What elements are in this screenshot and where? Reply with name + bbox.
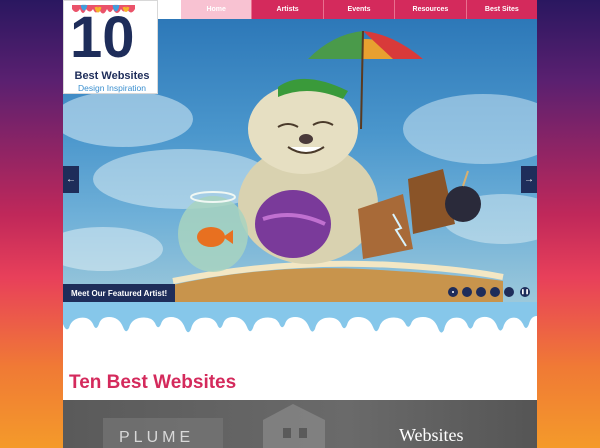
slider-pagination: ❚❚ xyxy=(448,287,530,297)
slider-dot-1[interactable] xyxy=(448,287,458,297)
main-nav: Home Artists Events Resources Best Sites xyxy=(181,0,537,19)
logo-subtitle: Design Inspiration xyxy=(78,83,146,93)
logo-graphic: 10 Best Websites Design Inspiration xyxy=(70,4,150,93)
nav-item-artists[interactable]: Artists xyxy=(251,0,322,19)
slider-pause-button[interactable]: ❚❚ xyxy=(520,287,530,297)
slider-next-button[interactable]: → xyxy=(521,166,537,193)
slider-dot-3[interactable] xyxy=(476,287,486,297)
banner-artwork: PLUME xyxy=(103,404,325,448)
slider-dot-2[interactable] xyxy=(462,287,472,297)
logo-number: 10 xyxy=(70,5,135,70)
nav-item-home[interactable]: Home xyxy=(181,0,252,19)
paint-drip-divider xyxy=(63,302,537,333)
slider-prev-button[interactable]: ← xyxy=(63,166,79,193)
page-container: Home Artists Events Resources Best Sites… xyxy=(63,0,537,448)
banner-text: Websites xyxy=(399,425,464,445)
websites-banner[interactable]: PLUME Websites xyxy=(63,400,537,448)
site-logo[interactable]: 10 Best Websites Design Inspiration xyxy=(63,0,158,94)
slider-dot-4[interactable] xyxy=(490,287,500,297)
logo-title: Best Websites xyxy=(75,70,150,82)
nav-item-best-sites[interactable]: Best Sites xyxy=(465,0,537,19)
featured-artist-link[interactable]: Meet Our Featured Artist! xyxy=(63,284,176,302)
slider-dot-5[interactable] xyxy=(504,287,514,297)
page-heading: Ten Best Websites xyxy=(69,372,237,393)
nav-item-resources[interactable]: Resources xyxy=(394,0,465,19)
banner-sign-text: PLUME xyxy=(119,429,194,446)
nav-item-events[interactable]: Events xyxy=(322,0,394,19)
